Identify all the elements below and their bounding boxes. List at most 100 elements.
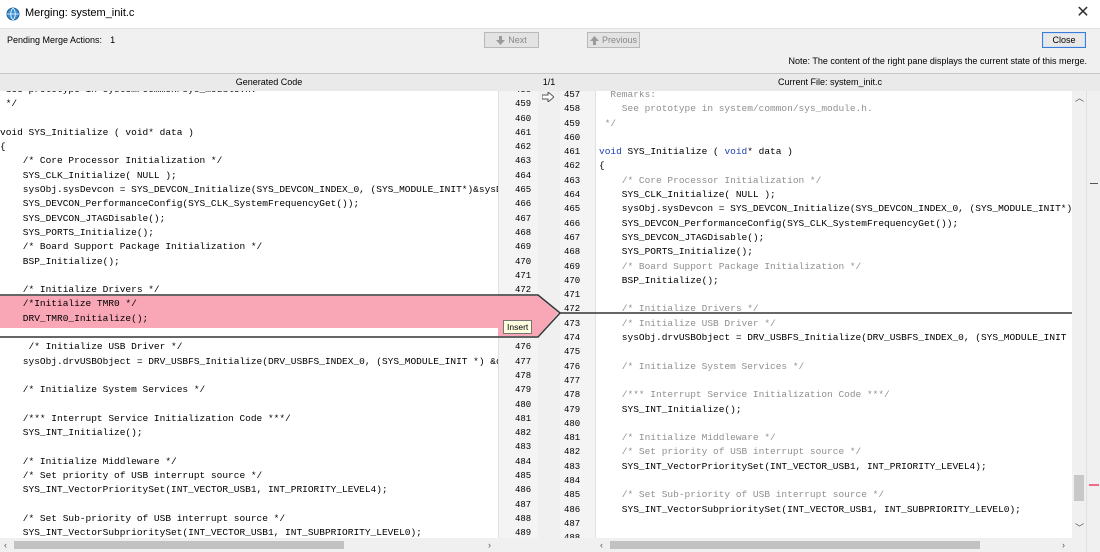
code-line: /* Set priority of USB interrupt source …: [599, 446, 862, 458]
horizontal-scroll-thumb[interactable]: [14, 541, 344, 549]
code-line: SYS_INT_VectorPrioritySet(INT_VECTOR_USB…: [599, 460, 987, 472]
line-number: 483: [564, 461, 581, 472]
code-line: */: [599, 117, 617, 129]
code-line: SYS_INT_VectorPrioritySet(INT_VECTOR_USB…: [0, 484, 388, 496]
line-number: 472: [564, 304, 581, 315]
generated-code-pane[interactable]: See prototype in system/common/sys_modul…: [0, 91, 498, 538]
line-number: 466: [515, 199, 532, 210]
line-number: 466: [564, 218, 581, 229]
line-number: 480: [515, 399, 532, 410]
line-number: 462: [564, 161, 581, 172]
scroll-left-icon[interactable]: ‹: [4, 538, 7, 552]
line-number: 469: [515, 242, 532, 253]
close-button[interactable]: Close: [1042, 32, 1086, 48]
left-horizontal-scrollbar[interactable]: ‹ ›: [0, 538, 498, 552]
horizontal-scroll-thumb[interactable]: [610, 541, 980, 549]
arrow-down-icon: [496, 35, 506, 45]
window-close-icon[interactable]: ✕: [1074, 4, 1092, 22]
code-line: /* Initialize USB Driver */: [599, 317, 776, 329]
line-number: 471: [515, 270, 532, 281]
line-number: 460: [515, 113, 532, 124]
code-line: /* Initialize Drivers */: [599, 303, 759, 315]
next-button[interactable]: Next: [484, 32, 539, 48]
vertical-scroll-thumb[interactable]: [1074, 475, 1084, 501]
code-line: See prototype in system/common/sys_modul…: [599, 103, 873, 115]
scroll-down-icon[interactable]: ﹀: [1075, 521, 1084, 535]
line-number: 473: [564, 318, 581, 329]
arrow-up-icon: [589, 35, 599, 45]
merge-note: Note: The content of the right pane disp…: [788, 56, 1087, 66]
line-number: 468: [515, 227, 532, 238]
line-number: 461: [515, 127, 532, 138]
code-line: /* Set Sub-priority of USB interrupt sou…: [599, 489, 885, 501]
code-line: /*** Interrupt Service Initialization Co…: [599, 389, 890, 401]
pending-label: Pending Merge Actions:: [7, 35, 103, 45]
right-horizontal-scrollbar[interactable]: ‹ ›: [596, 538, 1072, 552]
code-line: SYS_PORTS_Initialize();: [599, 246, 753, 258]
diff-counter: 1/1: [538, 73, 560, 92]
title-bar: Merging: system_init.c ✕: [0, 0, 1100, 28]
line-number: 470: [564, 275, 581, 286]
code-line: /*** Interrupt Service Initialization Co…: [0, 412, 291, 424]
code-line: /* Core Processor Initialization */: [0, 155, 223, 167]
right-pane-header: Current File: system_init.c: [560, 73, 1100, 92]
right-line-numbers: 457 458 459 460 461 462 463 464 465 466 467 468 469 4…: [560, 91, 596, 538]
line-number: 459: [515, 99, 532, 110]
current-file-pane[interactable]: Remarks: See prototype in system/common/…: [596, 91, 1072, 538]
line-number: 484: [515, 456, 532, 467]
code-line: SYS_DEVCON_JTAGDisable();: [599, 231, 765, 243]
line-number: 458: [564, 104, 581, 115]
overview-change-marker: [1089, 484, 1099, 486]
code-line: /* Board Support Package Initialization …: [599, 260, 862, 272]
code-line: sysObj.drvUSBObject = DRV_USBFS_Initiali…: [621, 332, 1067, 344]
previous-button[interactable]: Previous: [587, 32, 640, 48]
code-line: SYS_DEVCON_PerformanceConfig(SYS_CLK_Sys…: [0, 198, 360, 210]
line-number: 488: [560, 531, 595, 538]
line-number: 489: [515, 528, 532, 538]
navigate-arrow-icon[interactable]: [542, 92, 554, 102]
line-number: 475: [564, 347, 581, 358]
line-number: 467: [564, 232, 581, 243]
line-number: 487: [515, 499, 532, 510]
line-number: 461: [564, 147, 581, 158]
line-number: 485: [564, 490, 581, 501]
code-line: /* Initialize Middleware */: [599, 432, 776, 444]
line-number: 472: [515, 285, 532, 296]
scroll-right-icon[interactable]: ›: [1062, 538, 1065, 552]
code-line: void SYS_Initialize ( void* data ): [599, 146, 793, 158]
next-label: Next: [508, 35, 527, 45]
scroll-right-icon[interactable]: ›: [488, 538, 491, 552]
line-number: 485: [515, 471, 532, 482]
code-line: SYS_INT_VectorSubprioritySet(INT_VECTOR_…: [599, 503, 1021, 515]
right-vertical-scrollbar[interactable]: ︿ ﹀: [1072, 91, 1086, 538]
line-number: 478: [515, 370, 532, 381]
globe-icon: [6, 7, 20, 21]
line-number: 467: [515, 213, 532, 224]
scroll-up-icon[interactable]: ︿: [1075, 91, 1084, 105]
line-number: 457: [564, 91, 581, 100]
line-number: 476: [564, 361, 581, 372]
line-number: 474: [564, 333, 581, 344]
code-line: SYS_DEVCON_PerformanceConfig(SYS_CLK_Sys…: [599, 217, 959, 229]
line-number: 478: [564, 390, 581, 401]
line-number: 471: [564, 290, 581, 301]
line-number: 468: [564, 247, 581, 258]
line-number: 477: [564, 375, 581, 386]
left-pane-header: Generated Code: [0, 73, 538, 92]
scroll-left-icon[interactable]: ‹: [600, 538, 603, 552]
overview-ruler: [1086, 91, 1100, 552]
line-number: 462: [515, 142, 532, 153]
line-number: 479: [515, 385, 532, 396]
line-number: 476: [515, 342, 532, 353]
code-line: SYS_CLK_Initialize( NULL );: [599, 189, 776, 201]
insert-arrow-icon[interactable]: [501, 297, 513, 307]
